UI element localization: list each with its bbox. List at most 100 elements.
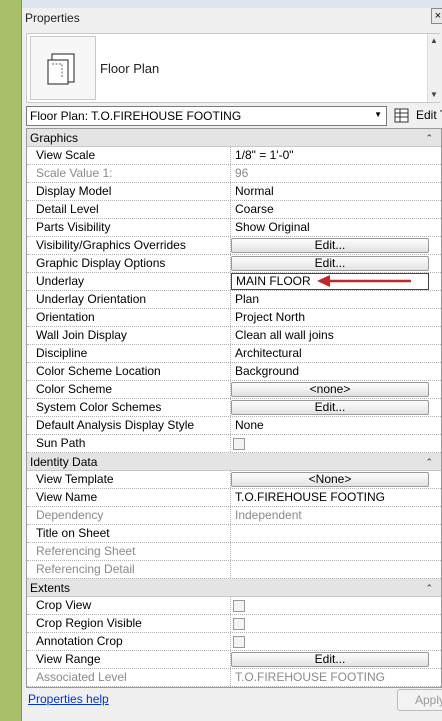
- property-name: Default Analysis Display Style: [27, 417, 231, 434]
- property-name: Parts Visibility: [27, 219, 231, 236]
- property-row-view-range: View Range Edit...: [27, 651, 441, 669]
- crop-view-checkbox[interactable]: [233, 600, 245, 612]
- collapse-icon[interactable]: ⌃: [425, 129, 433, 147]
- property-value[interactable]: Project North: [231, 309, 441, 326]
- property-name: Underlay: [27, 273, 231, 290]
- property-name: Associated Level: [27, 669, 231, 686]
- property-value[interactable]: None: [231, 417, 441, 434]
- group-graphics[interactable]: Graphics ⌃: [27, 129, 441, 147]
- property-name: Graphic Display Options: [27, 255, 231, 272]
- property-row-view-name[interactable]: View Name T.O.FIREHOUSE FOOTING: [27, 489, 441, 507]
- property-name: Detail Level: [27, 201, 231, 218]
- property-name: Display Model: [27, 183, 231, 200]
- property-name: Crop View: [27, 597, 231, 614]
- property-row-view-scale[interactable]: View Scale 1/8" = 1'-0": [27, 147, 441, 165]
- view-range-edit-button[interactable]: Edit...: [231, 652, 429, 667]
- annotation-crop-checkbox[interactable]: [233, 636, 245, 648]
- property-name: Orientation: [27, 309, 231, 326]
- property-row-underlay[interactable]: Underlay MAIN FLOOR: [27, 273, 441, 291]
- vg-overrides-edit-button[interactable]: Edit...: [231, 238, 429, 253]
- property-row-detail-level[interactable]: Detail Level Coarse: [27, 201, 441, 219]
- property-name: Referencing Sheet: [27, 543, 231, 560]
- floor-plan-icon: [30, 36, 96, 100]
- color-scheme-button[interactable]: <none>: [231, 382, 429, 397]
- property-row-crop-view: Crop View: [27, 597, 441, 615]
- property-name: Color Scheme: [27, 381, 231, 398]
- group-title: Identity Data: [30, 455, 98, 469]
- property-row-underlay-orientation[interactable]: Underlay Orientation Plan: [27, 291, 441, 309]
- close-button[interactable]: ×: [431, 8, 442, 24]
- property-row-parts-visibility[interactable]: Parts Visibility Show Original: [27, 219, 441, 237]
- property-name: View Name: [27, 489, 231, 506]
- crop-region-visible-checkbox[interactable]: [233, 618, 245, 630]
- property-value[interactable]: 1/8" = 1'-0": [231, 147, 441, 164]
- property-name: View Range: [27, 651, 231, 668]
- property-row-vg-overrides: Visibility/Graphics Overrides Edit...: [27, 237, 441, 255]
- graphic-display-edit-button[interactable]: Edit...: [231, 256, 429, 271]
- property-row-discipline[interactable]: Discipline Architectural: [27, 345, 441, 363]
- type-name: Floor Plan: [100, 61, 160, 76]
- properties-grid: Graphics ⌃ View Scale 1/8" = 1'-0" Scale …: [26, 128, 442, 688]
- property-row-system-color-schemes: System Color Schemes Edit...: [27, 399, 441, 417]
- property-name: Referencing Detail: [27, 561, 231, 578]
- property-row-graphic-display: Graphic Display Options Edit...: [27, 255, 441, 273]
- collapse-icon[interactable]: ⌃: [425, 579, 433, 597]
- title-bar[interactable]: [22, 0, 442, 8]
- property-row-title-on-sheet[interactable]: Title on Sheet: [27, 525, 441, 543]
- collapse-icon[interactable]: ⌃: [425, 453, 433, 471]
- property-row-annotation-crop: Annotation Crop: [27, 633, 441, 651]
- group-title: Extents: [30, 581, 71, 595]
- property-value[interactable]: Plan: [231, 291, 441, 308]
- group-identity-data[interactable]: Identity Data ⌃: [27, 453, 441, 471]
- property-row-referencing-detail: Referencing Detail: [27, 561, 441, 579]
- type-scrollbar[interactable]: ▲ ▼: [427, 34, 442, 102]
- property-value[interactable]: Coarse: [231, 201, 441, 218]
- property-value: Independent: [235, 508, 302, 522]
- group-title: Graphics: [30, 131, 79, 145]
- properties-help-link[interactable]: Properties help: [28, 692, 109, 706]
- property-value[interactable]: Normal: [231, 183, 441, 200]
- property-row-sun-path: Sun Path: [27, 435, 441, 453]
- apply-button[interactable]: Apply: [397, 689, 442, 711]
- dropdown-arrow-icon[interactable]: ▼: [374, 110, 382, 119]
- instance-dropdown[interactable]: Floor Plan: T.O.FIREHOUSE FOOTING ▼: [26, 106, 387, 126]
- view-template-button[interactable]: <None>: [231, 472, 429, 487]
- scroll-up-icon[interactable]: ▲: [430, 36, 438, 45]
- property-row-default-analysis[interactable]: Default Analysis Display Style None: [27, 417, 441, 435]
- property-value[interactable]: Background: [231, 363, 441, 380]
- property-name: Color Scheme Location: [27, 363, 231, 380]
- property-value: T.O.FIREHOUSE FOOTING: [235, 670, 386, 684]
- system-color-schemes-edit-button[interactable]: Edit...: [231, 400, 429, 415]
- group-extents[interactable]: Extents ⌃: [27, 579, 441, 597]
- property-name: Underlay Orientation: [27, 291, 231, 308]
- property-row-referencing-sheet: Referencing Sheet: [27, 543, 441, 561]
- property-row-wall-join[interactable]: Wall Join Display Clean all wall joins: [27, 327, 441, 345]
- property-row-display-model[interactable]: Display Model Normal: [27, 183, 441, 201]
- property-row-color-scheme: Color Scheme <none>: [27, 381, 441, 399]
- property-row-color-scheme-location[interactable]: Color Scheme Location Background: [27, 363, 441, 381]
- property-name: View Template: [27, 471, 231, 488]
- property-name: Dependency: [27, 507, 231, 524]
- property-name: Title on Sheet: [27, 525, 231, 542]
- scroll-down-icon[interactable]: ▼: [430, 90, 438, 99]
- palette-title: Properties: [25, 11, 80, 25]
- property-value[interactable]: Architectural: [231, 345, 441, 362]
- sun-path-checkbox[interactable]: [233, 438, 245, 450]
- property-value[interactable]: Show Original: [231, 219, 441, 236]
- type-selector[interactable]: Floor Plan ▲ ▼: [26, 33, 442, 103]
- property-value[interactable]: T.O.FIREHOUSE FOOTING: [231, 489, 441, 506]
- property-value: 96: [235, 166, 249, 180]
- property-row-orientation[interactable]: Orientation Project North: [27, 309, 441, 327]
- edit-type-button[interactable]: Edit Type: [391, 105, 442, 127]
- property-row-dependency: Dependency Independent: [27, 507, 441, 525]
- property-row-associated-level: Associated Level T.O.FIREHOUSE FOOTING: [27, 669, 441, 687]
- underlay-field[interactable]: MAIN FLOOR: [231, 273, 429, 290]
- property-value[interactable]: Clean all wall joins: [231, 327, 441, 344]
- property-name: Scale Value 1:: [27, 165, 231, 182]
- property-name: View Scale: [27, 147, 231, 164]
- property-row-view-template: View Template <None>: [27, 471, 441, 489]
- instance-dropdown-value: Floor Plan: T.O.FIREHOUSE FOOTING: [30, 109, 242, 123]
- property-name: Crop Region Visible: [27, 615, 231, 632]
- property-value: [231, 543, 441, 560]
- property-value[interactable]: [231, 525, 441, 542]
